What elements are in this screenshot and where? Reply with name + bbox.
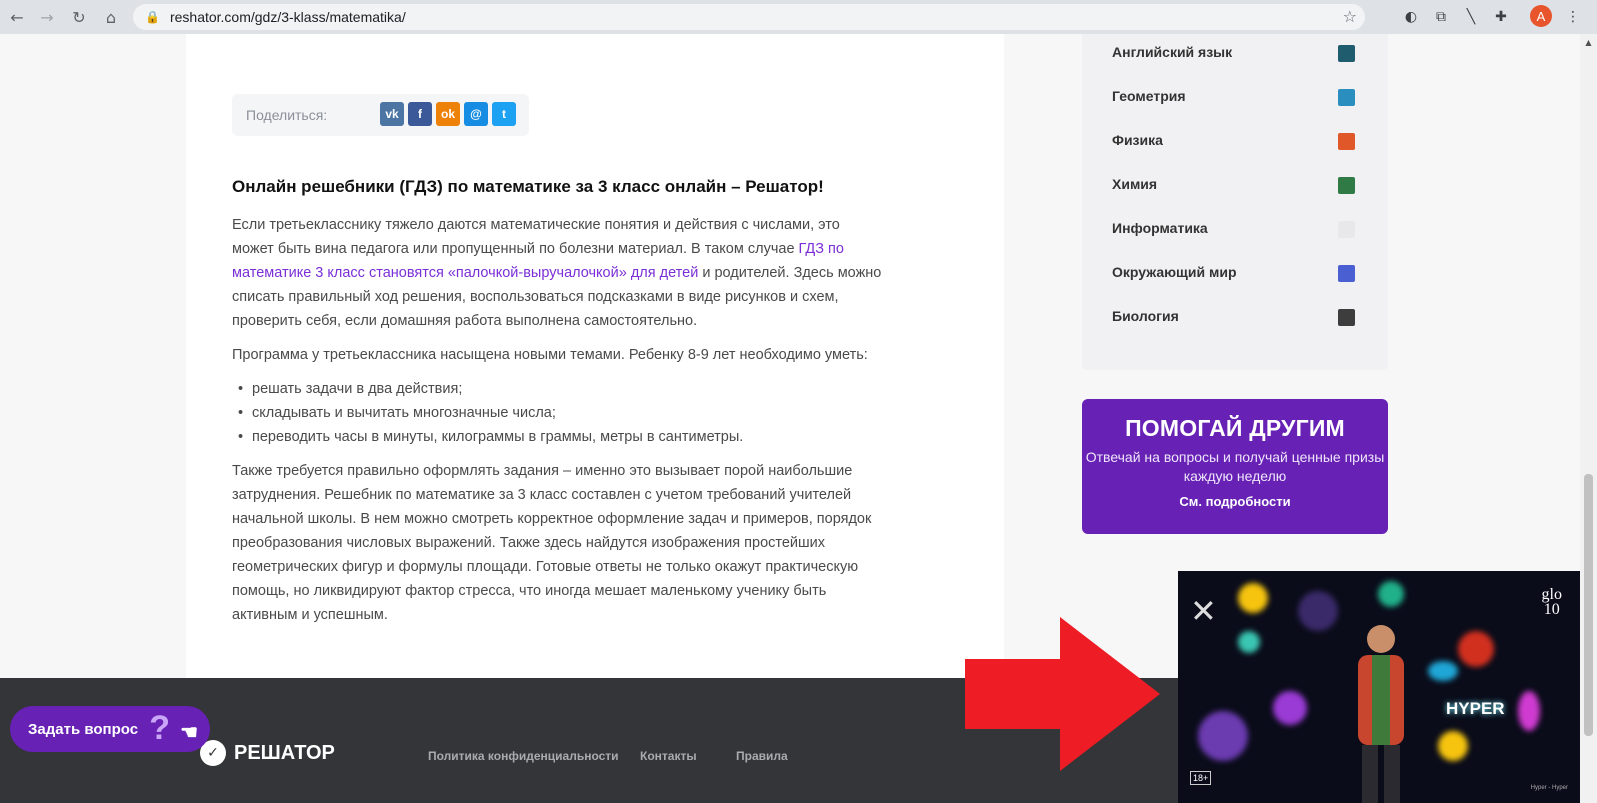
help-others-banner[interactable]: ПОМОГАЙ ДРУГИМ Отвечай на вопросы и полу…: [1082, 399, 1388, 534]
list-item: складывать и вычитать многозначные числа…: [232, 401, 882, 425]
ask-question-button[interactable]: Задать вопрос ? ☚: [10, 706, 210, 752]
article: Онлайн решебники (ГДЗ) по математике за …: [232, 177, 882, 637]
share-panel: Поделиться: vk f ok @ t: [232, 94, 529, 136]
share-facebook-button[interactable]: f: [408, 102, 432, 126]
extension-dim-icon[interactable]: ◐: [1400, 6, 1422, 28]
scroll-up-icon[interactable]: ▲: [1580, 34, 1597, 50]
red-arrow-icon: [965, 617, 1160, 771]
chemistry-icon: [1338, 177, 1355, 194]
lock-icon: 🔒: [145, 10, 160, 24]
footer-logo[interactable]: ✓ РЕШАТОР: [200, 740, 335, 766]
profile-avatar[interactable]: A: [1530, 5, 1552, 27]
biology-icon: [1338, 309, 1355, 326]
share-twitter-button[interactable]: t: [492, 102, 516, 126]
bookmark-star-icon[interactable]: ☆: [1343, 7, 1357, 26]
geometry-icon: [1338, 89, 1355, 106]
list-item: решать задачи в два действия;: [232, 377, 882, 401]
address-bar[interactable]: 🔒 reshator.com/gdz/3-klass/matematika/ ☆: [133, 4, 1365, 30]
subject-world[interactable]: Окружающий мир: [1112, 264, 1237, 280]
browser-toolbar: ← → ↻ ⌂ 🔒 reshator.com/gdz/3-klass/matem…: [0, 0, 1597, 34]
subjects-sidebar: Английский язык Геометрия Физика Химия И…: [1082, 34, 1388, 370]
subject-geometry[interactable]: Геометрия: [1112, 88, 1186, 104]
extensions-puzzle-icon[interactable]: ✚: [1490, 6, 1512, 28]
ad-caption: Hyper - Hyper: [1530, 785, 1568, 791]
ask-question-label: Задать вопрос: [28, 720, 139, 738]
promo-title: ПОМОГАЙ ДРУГИМ: [1125, 415, 1345, 441]
video-ad[interactable]: ✕ glo 10 HYPER 18+ Hyper - Hyper: [1178, 571, 1580, 803]
footer-link-privacy[interactable]: Политика конфиденциальности: [428, 749, 619, 763]
english-icon: [1338, 45, 1355, 62]
subject-informatics[interactable]: Информатика: [1112, 220, 1208, 236]
subject-chemistry[interactable]: Химия: [1112, 176, 1157, 192]
article-heading: Онлайн решебники (ГДЗ) по математике за …: [232, 177, 824, 196]
promo-details-link[interactable]: См. подробности: [1082, 494, 1388, 509]
article-paragraph-1: Если третьекласснику тяжело даются матем…: [232, 217, 882, 329]
subject-physics[interactable]: Физика: [1112, 132, 1163, 148]
footer-link-contacts[interactable]: Контакты: [640, 749, 697, 763]
url-text: reshator.com/gdz/3-klass/matematika/: [169, 9, 406, 25]
share-label: Поделиться:: [246, 107, 328, 123]
footer-link-rules[interactable]: Правила: [736, 749, 788, 763]
pointing-hand-icon: ☚: [180, 722, 198, 744]
extension-slash-icon[interactable]: ╲: [1460, 6, 1482, 28]
subject-biology[interactable]: Биология: [1112, 308, 1179, 324]
glo-logo: glo 10: [1541, 586, 1562, 618]
share-odnoklassniki-button[interactable]: ok: [436, 102, 460, 126]
physics-icon: [1338, 133, 1355, 150]
article-paragraph-2: Программа у третьеклассника насыщена нов…: [232, 347, 868, 363]
extension-screenshot-icon[interactable]: ⧉: [1430, 6, 1452, 28]
scrollbar[interactable]: ▲: [1580, 34, 1597, 803]
scroll-thumb[interactable]: [1584, 474, 1593, 736]
informatics-icon: [1338, 221, 1355, 238]
home-icon[interactable]: ⌂: [100, 6, 122, 28]
content-card: Поделиться: vk f ok @ t Онлайн решебники…: [186, 34, 1004, 694]
menu-kebab-icon[interactable]: ⋮: [1562, 6, 1584, 28]
article-paragraph-3: Также требуется правильно оформлять зада…: [232, 463, 872, 623]
question-mark-icon: ?: [149, 709, 170, 747]
share-moimir-button[interactable]: @: [464, 102, 488, 126]
world-icon: [1338, 265, 1355, 282]
skills-list: решать задачи в два действия; складывать…: [232, 377, 882, 449]
share-vk-button[interactable]: vk: [380, 102, 404, 126]
list-item: переводить часы в минуты, килограммы в г…: [232, 425, 882, 449]
person-figure: [1358, 625, 1404, 803]
forward-icon[interactable]: →: [36, 6, 58, 28]
age-badge: 18+: [1190, 771, 1212, 785]
subject-english[interactable]: Английский язык: [1112, 44, 1232, 60]
promo-text: Отвечай на вопросы и получай ценные приз…: [1085, 449, 1385, 484]
hyper-text: HYPER: [1446, 699, 1505, 718]
reload-icon[interactable]: ↻: [68, 6, 90, 28]
close-ad-icon[interactable]: ✕: [1190, 595, 1218, 627]
back-icon[interactable]: ←: [6, 6, 28, 28]
